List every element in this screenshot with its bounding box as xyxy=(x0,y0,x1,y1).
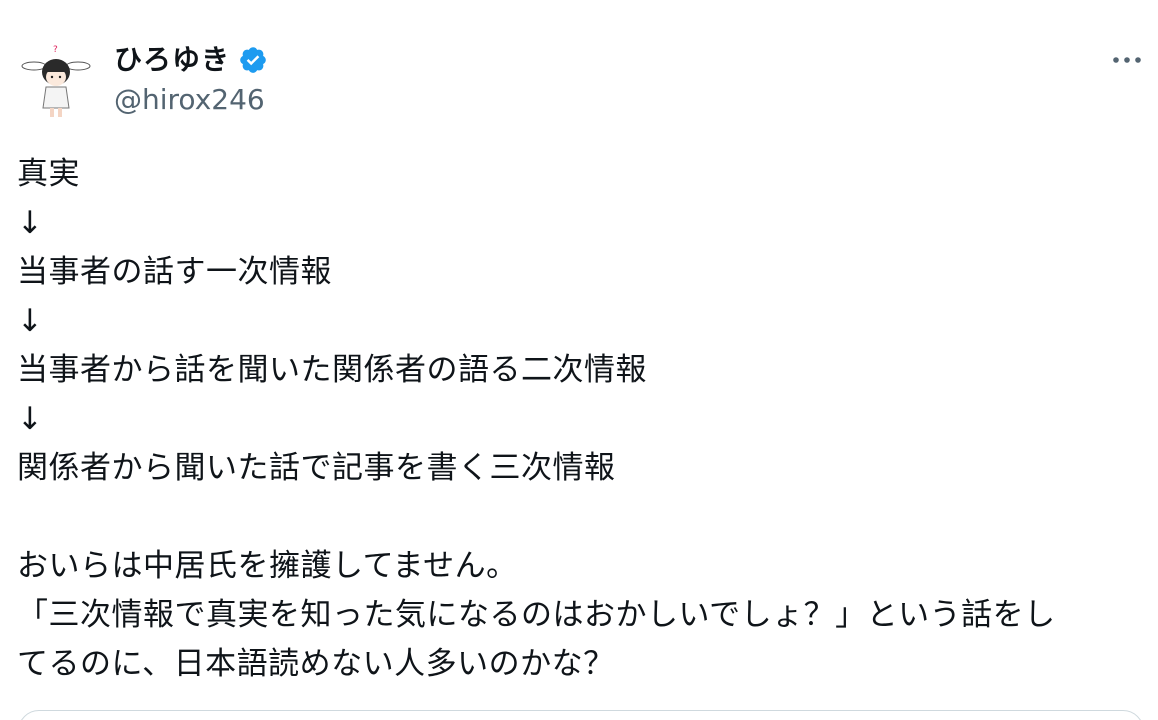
avatar[interactable]: ? xyxy=(16,42,96,122)
tweet-line: 関係者から聞いた話で記事を書く三次情報 xyxy=(17,450,616,486)
more-options-icon xyxy=(1113,57,1141,63)
tweet-line: 当事者から話を聞いた関係者の語る二次情報 xyxy=(17,352,647,388)
author-info: ひろゆき @hirox246 xyxy=(114,40,268,120)
tweet-line: 真実 xyxy=(17,156,80,192)
tweet-text: 真実 ↓ 当事者の話す一次情報 ↓ 当事者から話を聞いた関係者の語る二次情報 ↓… xyxy=(17,150,1147,689)
more-options-button[interactable] xyxy=(1110,46,1144,74)
display-name[interactable]: ひろゆき xyxy=(114,40,230,80)
tweet-line: ↓ xyxy=(17,303,44,339)
verified-badge-icon[interactable] xyxy=(238,45,268,75)
tweet-container: ? ひろゆき @hirox246 真実 ↓ 当事者の話す一次情報 ↓ 当事者から… xyxy=(0,0,1158,720)
tweet-line: ↓ xyxy=(17,205,44,241)
name-row: ひろゆき xyxy=(114,40,268,80)
avatar-illustration-icon: ? xyxy=(16,42,96,122)
user-handle[interactable]: @hirox246 xyxy=(114,80,268,120)
quoted-card-edge[interactable] xyxy=(18,710,1144,720)
tweet-line: 「三次情報で真実を知った気になるのはおかしいでしょ？」という話をし xyxy=(17,597,1056,633)
tweet-line: ↓ xyxy=(17,401,44,437)
tweet-line: 当事者の話す一次情報 xyxy=(17,254,332,290)
tweet-line: てるのに、日本語読めない人多いのかな？ xyxy=(17,646,615,682)
tweet-line: おいらは中居氏を擁護してません。 xyxy=(17,548,518,584)
svg-text:?: ? xyxy=(53,45,58,55)
